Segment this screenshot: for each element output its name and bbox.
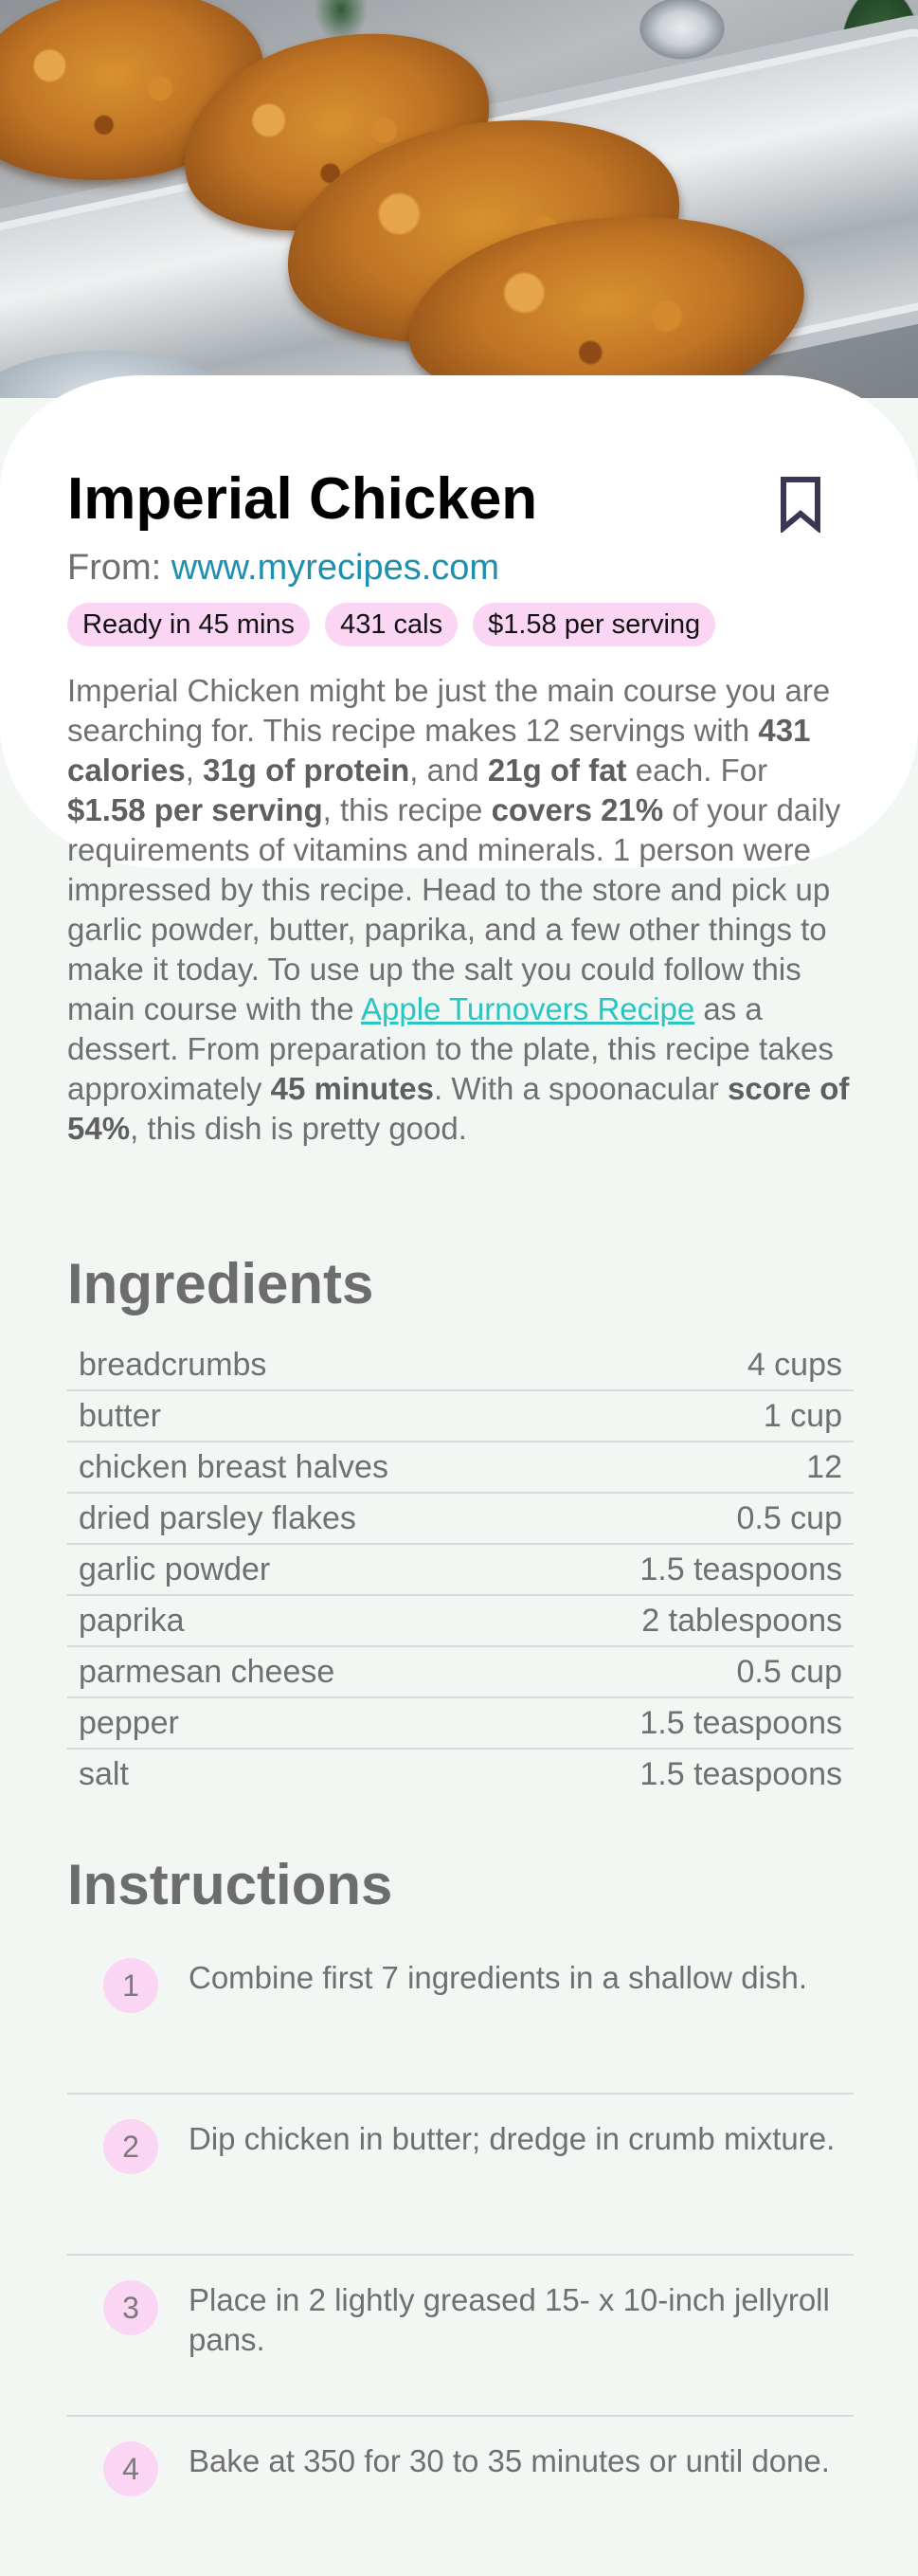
- recipe-hero-image: [0, 0, 918, 398]
- recipe-summary: Imperial Chicken might be just the main …: [67, 673, 850, 1146]
- instruction-step: 2 Dip chicken in butter; dredge in crumb…: [67, 2095, 854, 2256]
- recipe-chips: Ready in 45 mins 431 cals $1.58 per serv…: [67, 603, 854, 646]
- price-chip: $1.58 per serving: [473, 603, 716, 646]
- ingredient-amount: 1.5 teaspoons: [639, 1551, 842, 1587]
- ingredient-row: butter 1 cup: [67, 1391, 854, 1442]
- ingredient-name: parmesan cheese: [79, 1653, 335, 1690]
- ingredient-amount: 12: [806, 1448, 842, 1485]
- instructions-list: 1 Combine first 7 ingredients in a shall…: [67, 1933, 854, 2576]
- instruction-step: 1 Combine first 7 ingredients in a shall…: [67, 1933, 854, 2095]
- ingredient-name: pepper: [79, 1704, 179, 1741]
- ingredients-table: breadcrumbs 4 cups butter 1 cup chicken br…: [67, 1340, 854, 1799]
- related-recipe-link[interactable]: Apple Turnovers Recipe: [361, 991, 694, 1026]
- ingredient-name: chicken breast halves: [79, 1448, 388, 1485]
- ingredient-name: salt: [79, 1755, 129, 1792]
- bookmark-button[interactable]: [779, 476, 822, 535]
- ingredient-amount: 4 cups: [747, 1346, 842, 1383]
- step-number-badge: 2: [103, 2119, 158, 2174]
- calories-chip: 431 cals: [325, 603, 459, 646]
- ingredient-row: salt 1.5 teaspoons: [67, 1750, 854, 1799]
- instructions-heading: Instructions: [67, 1853, 393, 1916]
- ingredient-row: paprika 2 tablespoons: [67, 1596, 854, 1647]
- ingredient-name: dried parsley flakes: [79, 1499, 356, 1536]
- ingredient-row: pepper 1.5 teaspoons: [67, 1698, 854, 1750]
- instruction-step: 3 Place in 2 lightly greased 15- x 10-in…: [67, 2256, 854, 2417]
- ingredient-amount: 0.5 cup: [736, 1499, 842, 1536]
- step-number-badge: 3: [103, 2280, 158, 2335]
- ingredient-row: garlic powder 1.5 teaspoons: [67, 1545, 854, 1596]
- ingredient-name: breadcrumbs: [79, 1346, 267, 1383]
- ingredient-amount: 2 tablespoons: [641, 1602, 842, 1639]
- ingredient-name: paprika: [79, 1602, 185, 1639]
- step-text: Dip chicken in butter; dredge in crumb m…: [189, 2121, 836, 2156]
- source-link[interactable]: www.myrecipes.com: [171, 548, 499, 588]
- step-number-badge: 1: [103, 1958, 158, 2013]
- ingredient-name: garlic powder: [79, 1551, 271, 1587]
- step-number-badge: 4: [103, 2441, 158, 2496]
- ingredient-row: breadcrumbs 4 cups: [67, 1340, 854, 1391]
- bookmark-icon: [781, 477, 820, 535]
- recipe-title: Imperial Chicken: [67, 466, 538, 532]
- ingredient-amount: 0.5 cup: [736, 1653, 842, 1690]
- step-text: Bake at 350 for 30 to 35 minutes or unti…: [189, 2443, 830, 2478]
- instruction-step: 4 Bake at 350 for 30 to 35 minutes or un…: [67, 2417, 854, 2576]
- ingredient-name: butter: [79, 1397, 161, 1434]
- ingredient-row: parmesan cheese 0.5 cup: [67, 1647, 854, 1698]
- ingredient-amount: 1.5 teaspoons: [639, 1704, 842, 1741]
- ingredient-amount: 1 cup: [763, 1397, 842, 1434]
- ready-time-chip: Ready in 45 mins: [67, 603, 311, 646]
- source-label: From:: [67, 548, 162, 588]
- step-text: Combine first 7 ingredients in a shallow…: [189, 1960, 807, 1995]
- step-text: Place in 2 lightly greased 15- x 10-inch…: [189, 2282, 830, 2357]
- ingredients-heading: Ingredients: [67, 1252, 374, 1315]
- ingredient-amount: 1.5 teaspoons: [639, 1755, 842, 1792]
- recipe-source: From: www.myrecipes.com: [67, 544, 854, 591]
- ingredient-row: chicken breast halves 12: [67, 1442, 854, 1494]
- ingredient-row: dried parsley flakes 0.5 cup: [67, 1494, 854, 1545]
